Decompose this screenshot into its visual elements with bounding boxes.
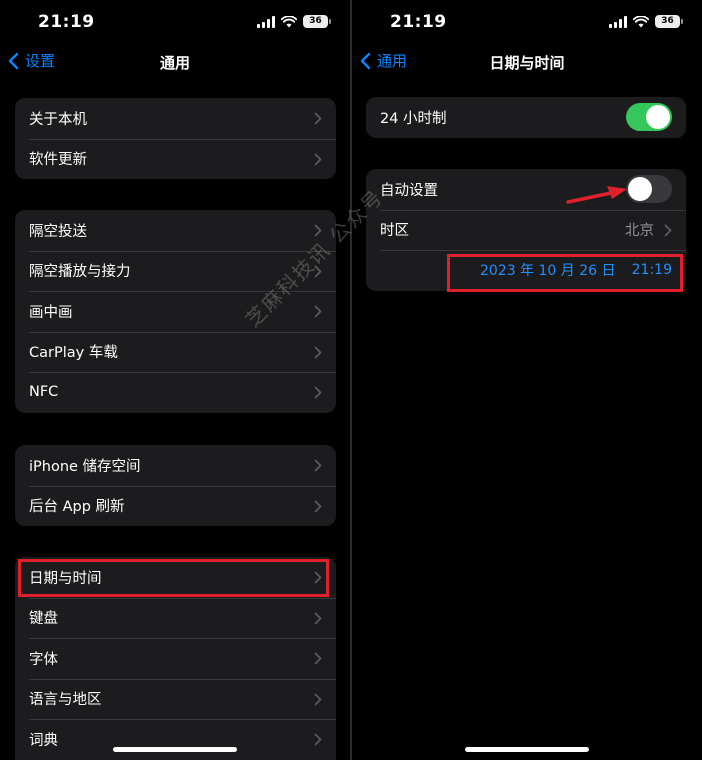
- chevron-right-icon: [664, 224, 672, 236]
- settings-group-about: 关于本机 软件更新: [15, 98, 336, 179]
- chevron-right-icon: [314, 346, 322, 358]
- nav-bar: 设置 通用: [0, 46, 350, 78]
- status-time: 21:19: [390, 12, 447, 32]
- row-set-automatically: 自动设置: [366, 169, 686, 210]
- 24-hour-toggle[interactable]: [626, 103, 672, 132]
- row-nfc[interactable]: NFC: [15, 372, 336, 413]
- status-bar: 21:19 36: [352, 10, 702, 36]
- row-label: 时区: [380, 223, 409, 240]
- row-label: 字体: [29, 651, 58, 668]
- row-label: 隔空播放与接力: [29, 264, 131, 281]
- battery-icon: 36: [655, 15, 683, 28]
- row-24-hour: 24 小时制: [366, 97, 686, 138]
- row-about[interactable]: 关于本机: [15, 98, 336, 139]
- row-label: 软件更新: [29, 152, 87, 169]
- row-software-update[interactable]: 软件更新: [15, 138, 336, 180]
- row-label: 关于本机: [29, 111, 87, 128]
- date-time-screen: 21:19 36 通用 日期与时间 24 小时制 自动设置 时区 北京 2023…: [352, 0, 702, 760]
- highlight-date-time-value: [447, 254, 683, 292]
- highlight-date-time: [18, 559, 329, 597]
- row-label: 24 小时制: [380, 110, 447, 127]
- row-airdrop[interactable]: 隔空投送: [15, 210, 336, 251]
- chevron-right-icon: [314, 459, 322, 472]
- row-label: 自动设置: [380, 182, 438, 199]
- cellular-signal-icon: [609, 15, 627, 28]
- home-indicator: [113, 747, 237, 752]
- row-label: 后台 App 刷新: [29, 499, 125, 516]
- set-automatically-toggle[interactable]: [626, 175, 672, 204]
- settings-group-connectivity: 隔空投送 隔空播放与接力 画中画 CarPlay 车载 NFC: [15, 210, 336, 413]
- status-time: 21:19: [38, 12, 95, 32]
- chevron-right-icon: [314, 693, 322, 705]
- chevron-right-icon: [314, 153, 322, 165]
- row-label: CarPlay 车载: [29, 345, 118, 362]
- row-language-region[interactable]: 语言与地区: [15, 678, 336, 720]
- row-label: iPhone 储存空间: [29, 458, 141, 475]
- chevron-right-icon: [314, 612, 322, 624]
- settings-group-24hour: 24 小时制: [366, 97, 686, 138]
- row-background-refresh[interactable]: 后台 App 刷新: [15, 485, 336, 527]
- page-title: 通用: [159, 54, 190, 72]
- wifi-icon: [633, 15, 649, 27]
- chevron-right-icon: [314, 305, 322, 318]
- chevron-right-icon: [314, 386, 322, 399]
- nav-bar: 通用 日期与时间: [352, 46, 702, 78]
- wifi-icon: [281, 15, 297, 27]
- row-fonts[interactable]: 字体: [15, 638, 336, 679]
- row-time-zone[interactable]: 时区 北京: [366, 209, 686, 251]
- home-indicator: [465, 747, 589, 752]
- toggle-knob: [646, 105, 670, 130]
- chevron-right-icon: [314, 500, 322, 512]
- general-settings-screen: 21:19 36 设置 通用 关于本机 软件更新 隔空投送 隔空播放与接力 画中…: [0, 0, 350, 760]
- row-keyboard[interactable]: 键盘: [15, 597, 336, 639]
- toggle-knob: [628, 177, 652, 202]
- settings-group-storage: iPhone 储存空间 后台 App 刷新: [15, 445, 336, 526]
- row-carplay[interactable]: CarPlay 车载: [15, 331, 336, 373]
- row-label: 语言与地区: [29, 692, 102, 709]
- page-title: 日期与时间: [489, 54, 565, 72]
- row-dictionary[interactable]: 词典: [15, 719, 336, 760]
- red-arrow-icon: [566, 186, 627, 204]
- row-iphone-storage[interactable]: iPhone 储存空间: [15, 445, 336, 486]
- row-label: 词典: [29, 732, 58, 749]
- battery-icon: 36: [303, 15, 331, 28]
- row-label: 隔空投送: [29, 223, 87, 240]
- row-label: 画中画: [29, 304, 73, 321]
- row-label: NFC: [29, 384, 59, 401]
- cellular-signal-icon: [257, 15, 275, 28]
- chevron-right-icon: [314, 652, 322, 665]
- row-label: 键盘: [29, 611, 58, 628]
- chevron-right-icon: [314, 112, 322, 125]
- time-zone-value: 北京: [625, 223, 654, 240]
- chevron-right-icon: [314, 733, 322, 746]
- status-bar: 21:19 36: [0, 10, 350, 36]
